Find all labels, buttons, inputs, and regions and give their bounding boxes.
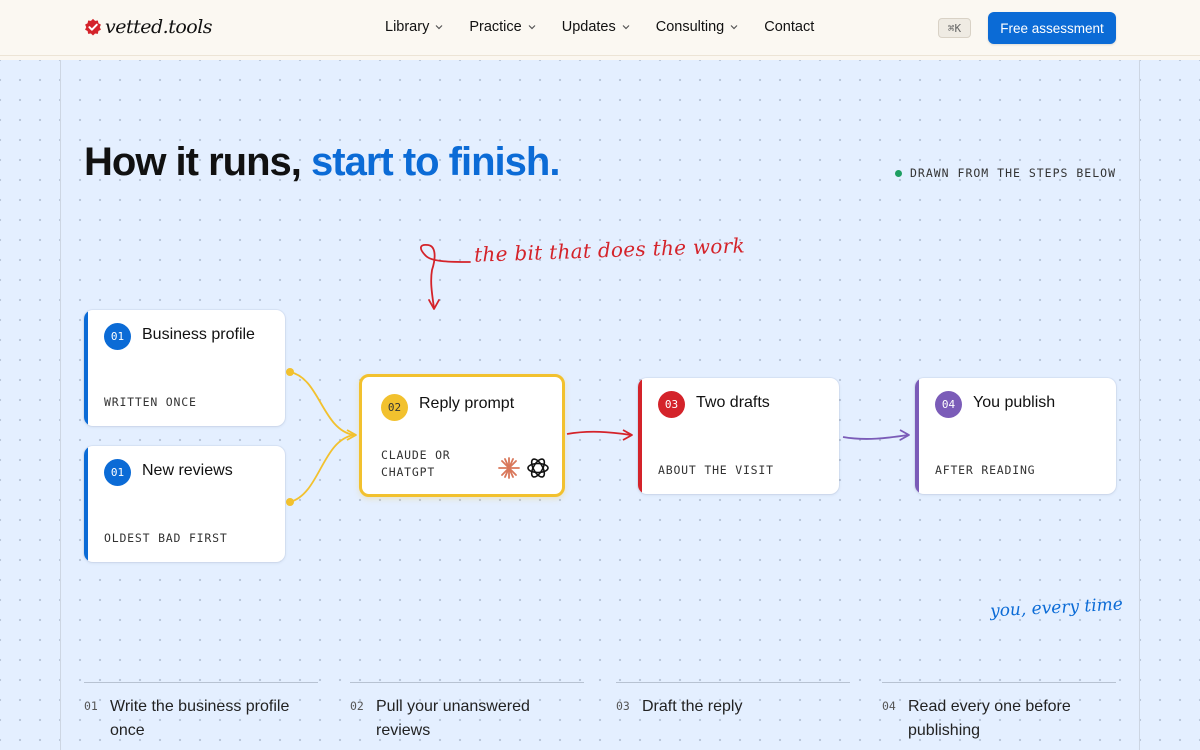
step-text: Write the business profile once	[110, 698, 290, 739]
brand-badge-icon	[85, 18, 101, 36]
node-title: New reviews	[142, 462, 233, 479]
step-text: Pull your unanswered reviews	[376, 698, 530, 739]
chevron-down-icon	[730, 25, 738, 30]
chevron-down-icon	[435, 25, 443, 30]
claude-icon	[498, 457, 520, 479]
node-subtitle: OLDEST BAD FIRST	[104, 531, 228, 545]
title-accent: start to finish.	[311, 140, 560, 184]
status-dot-icon	[894, 169, 902, 177]
nav-label: Practice	[469, 19, 522, 35]
nav-item-library[interactable]: Library	[385, 19, 443, 35]
chevron-down-icon	[622, 25, 630, 30]
nav-label: Library	[385, 19, 430, 35]
search-shortcut-button[interactable]: ⌘K	[938, 18, 971, 38]
chatgpt-icon	[527, 458, 549, 478]
free-assessment-button[interactable]: Free assessment	[988, 12, 1116, 44]
flow-node-business-profile[interactable]: 01 Business profile WRITTEN ONCE	[84, 310, 285, 426]
node-title: Business profile	[142, 326, 255, 343]
title-plain: How it runs,	[84, 140, 311, 184]
nav-label: Consulting	[655, 19, 725, 35]
node-number-badge: 03	[658, 391, 685, 418]
status-note: DRAWN FROM THE STEPS BELOW	[894, 166, 1116, 180]
nav-item-updates[interactable]: Updates	[562, 19, 630, 35]
step-item: 03 Draft the reply	[616, 682, 850, 719]
node-accent-bar	[84, 446, 88, 562]
node-accent-bar	[915, 378, 919, 494]
nav-label: Contact	[764, 19, 815, 35]
step-number: 01	[84, 699, 98, 713]
nav-label: Updates	[561, 19, 616, 35]
nav-item-practice[interactable]: Practice	[469, 19, 536, 35]
node-title: Reply prompt	[419, 395, 515, 412]
node-subtitle: WRITTEN ONCE	[104, 395, 197, 409]
top-navigation-bar: vetted.tools Library Practice Updates Co…	[0, 0, 1200, 56]
node-accent-bar	[638, 378, 642, 494]
node-subtitle: CLAUDE OR CHATGPT	[381, 447, 451, 481]
flow-node-new-reviews[interactable]: 01 New reviews OLDEST BAD FIRST	[84, 446, 285, 562]
brand-name: vetted.tools	[105, 16, 213, 38]
node-subtitle-line: CHATGPT	[381, 465, 436, 479]
step-text: Draft the reply	[642, 698, 743, 715]
nav-item-consulting[interactable]: Consulting	[656, 19, 739, 35]
step-item: 04 Read every one before publishing	[882, 682, 1116, 743]
node-number-badge: 02	[381, 394, 408, 421]
right-guide-line	[1139, 60, 1140, 750]
node-number-badge: 01	[104, 323, 131, 350]
node-subtitle-line: CLAUDE OR	[381, 448, 451, 462]
node-subtitle: AFTER READING	[935, 463, 1036, 477]
status-text: DRAWN FROM THE STEPS BELOW	[909, 166, 1116, 180]
flow-node-reply-prompt[interactable]: 02 Reply prompt CLAUDE OR CHATGPT	[359, 374, 565, 497]
node-subtitle: ABOUT THE VISIT	[658, 463, 774, 477]
step-item: 02 Pull your unanswered reviews	[350, 682, 584, 743]
step-number: 04	[882, 699, 896, 713]
page-title: How it runs, start to finish.	[84, 140, 560, 185]
node-title: You publish	[973, 394, 1056, 411]
step-number: 03	[616, 699, 630, 713]
nav-item-contact[interactable]: Contact	[764, 19, 814, 35]
node-number-badge: 01	[104, 459, 131, 486]
flow-node-you-publish[interactable]: 04 You publish AFTER READING	[915, 378, 1116, 494]
node-number-badge: 04	[935, 391, 962, 418]
flow-node-two-drafts[interactable]: 03 Two drafts ABOUT THE VISIT	[638, 378, 839, 494]
step-item: 01 Write the business profile once	[84, 682, 318, 743]
chevron-down-icon	[528, 25, 536, 30]
step-number: 02	[350, 699, 364, 713]
node-accent-bar	[84, 310, 88, 426]
left-guide-line	[60, 60, 61, 750]
step-text: Read every one before publishing	[908, 698, 1071, 739]
node-title: Two drafts	[696, 394, 770, 411]
main-nav: Library Practice Updates Consulting Cont…	[385, 19, 814, 35]
brand-logo-link[interactable]: vetted.tools	[84, 16, 213, 38]
